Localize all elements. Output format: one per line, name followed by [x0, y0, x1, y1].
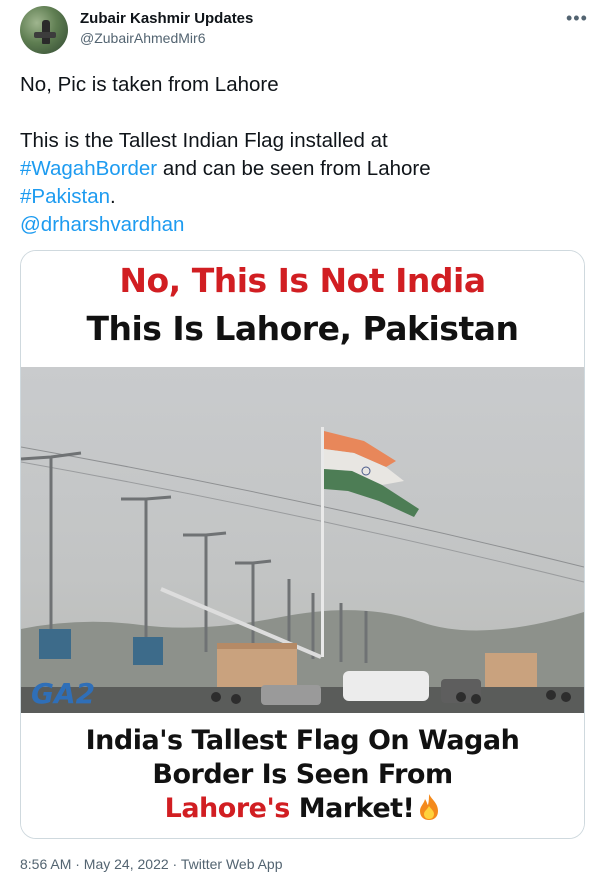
- media-headline-black: This Is Lahore, Pakistan: [86, 309, 519, 348]
- more-options-icon[interactable]: •••: [566, 8, 588, 29]
- media-top-banner: No, This Is Not India This Is Lahore, Pa…: [21, 251, 584, 367]
- avatar-figure-base: [34, 32, 56, 38]
- tweet-text-line: This is the Tallest Indian Flag installe…: [20, 129, 388, 152]
- tweet: Zubair Kashmir Updates @ZubairAhmedMir6 …: [0, 0, 604, 879]
- tweet-text-line: @drharshvardhan: [20, 211, 184, 238]
- avatar[interactable]: [20, 6, 68, 54]
- media-caption-black: Market!: [289, 793, 415, 824]
- media-bottom-banner: India's Tallest Flag On Wagah Border Is …: [21, 713, 584, 838]
- tweet-text-line: No, Pic is taken from Lahore: [20, 73, 279, 96]
- hashtag-link[interactable]: #Pakistan: [20, 185, 110, 208]
- tweet-media[interactable]: No, This Is Not India This Is Lahore, Pa…: [20, 250, 585, 839]
- tweet-text-line: #Pakistan.: [20, 183, 116, 210]
- tweet-text: .: [110, 185, 116, 208]
- media-caption-line: India's Tallest Flag On Wagah: [85, 725, 520, 756]
- channel-logo: GA2: [31, 677, 95, 710]
- author-name[interactable]: Zubair Kashmir Updates: [80, 10, 253, 27]
- tweet-meta[interactable]: 8:56 AM · May 24, 2022 · Twitter Web App: [20, 856, 283, 872]
- tweet-text: and can be seen from Lahore: [157, 157, 431, 180]
- media-headline-red: No, This Is Not India: [119, 261, 486, 300]
- hashtag-link[interactable]: #WagahBorder: [20, 157, 157, 180]
- media-caption-red: Lahore's: [164, 793, 291, 824]
- fire-icon: [418, 793, 440, 828]
- mention-link[interactable]: @drharshvardhan: [20, 213, 184, 236]
- author-handle[interactable]: @ZubairAhmedMir6: [80, 30, 205, 46]
- media-caption-line: Border Is Seen From: [152, 759, 453, 790]
- media-photo: GA2: [21, 367, 584, 713]
- tweet-text-line: #WagahBorder and can be seen from Lahore: [20, 155, 431, 182]
- media-caption-line: Lahore's Market!: [21, 793, 584, 828]
